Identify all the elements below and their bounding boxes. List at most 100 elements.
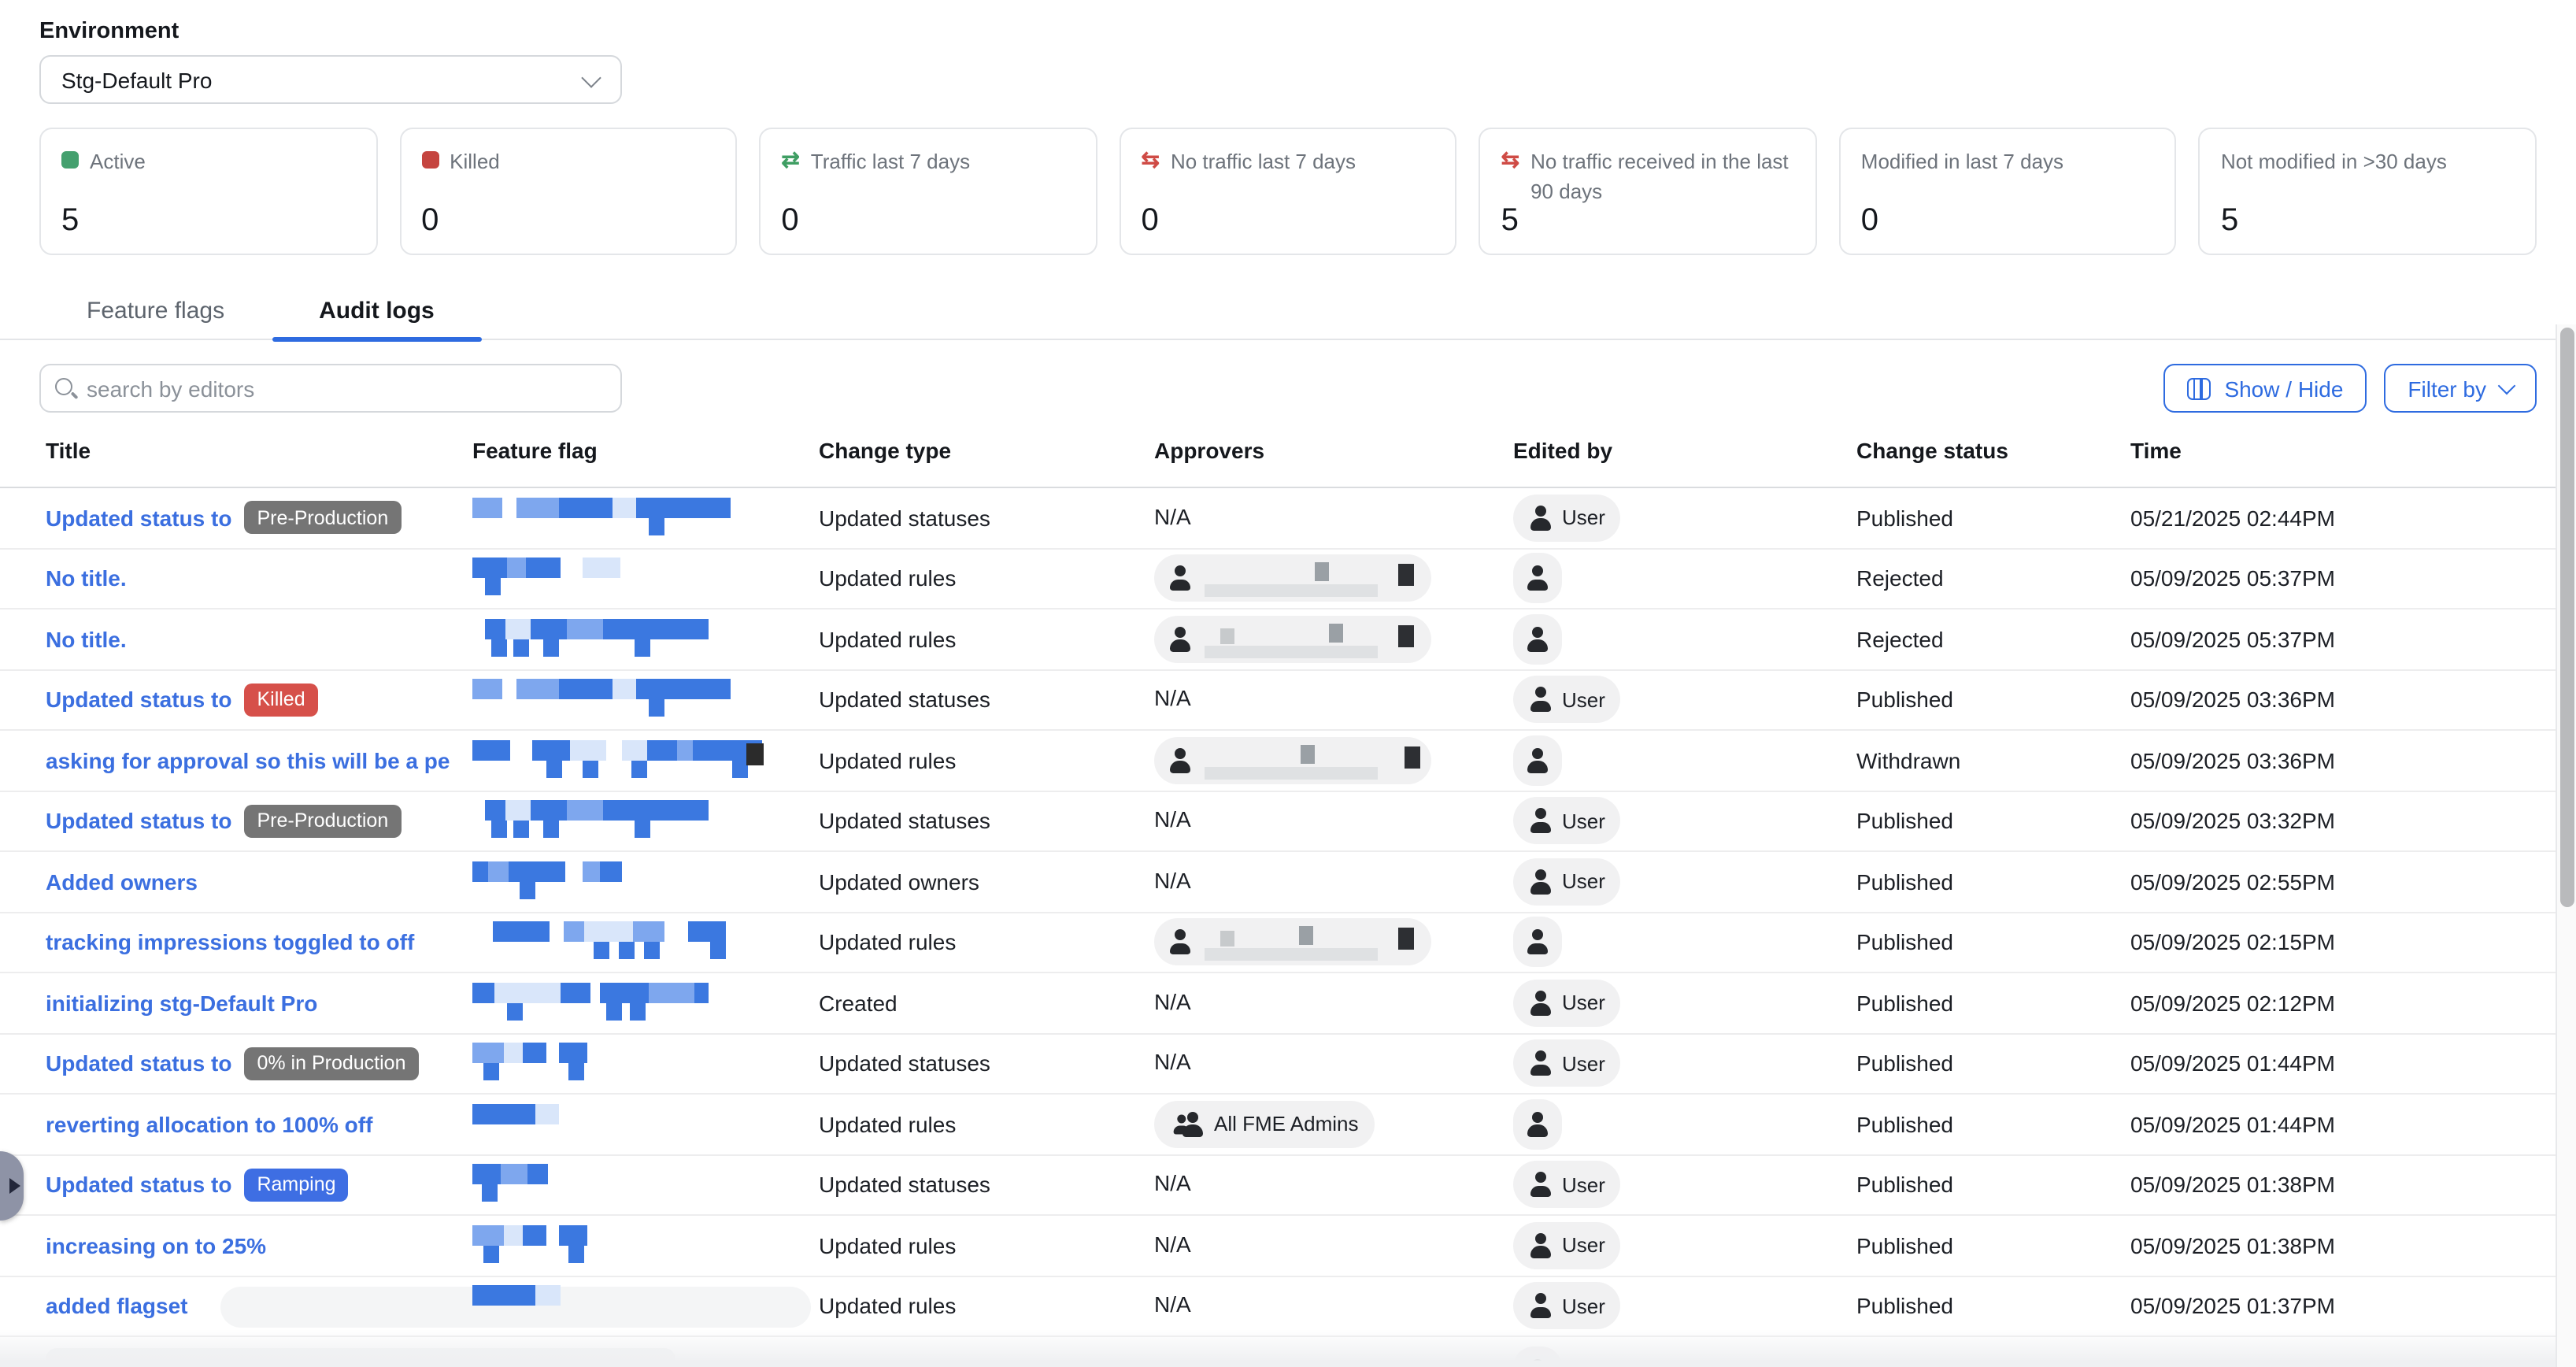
audit-title-link[interactable]: reverting allocation to 100% off xyxy=(46,1112,372,1137)
environment-select[interactable]: Stg-Default Pro xyxy=(39,55,622,104)
edited-by-cell xyxy=(1513,554,1856,604)
user-icon xyxy=(1529,1294,1551,1319)
approvers-na: N/A xyxy=(1154,1171,1191,1196)
approvers-cell: N/A xyxy=(1154,1232,1513,1260)
search-icon xyxy=(55,377,77,399)
edited-by-cell xyxy=(1513,1099,1856,1150)
change-type: Updated rules xyxy=(819,566,1154,591)
users-icon xyxy=(1170,1112,1203,1137)
edited-by-cell xyxy=(1513,614,1856,665)
change-type: Updated rules xyxy=(819,930,1154,955)
editor-name: User xyxy=(1562,688,1605,712)
table-row: No title. Updated rules Rejected 05/09/2… xyxy=(0,609,2576,670)
table-row: No title. Updated rules Rejected 05/09/2… xyxy=(0,549,2576,609)
feature-flag-redacted xyxy=(472,983,709,1024)
column-header-change-status: Change status xyxy=(1856,437,2130,462)
scrollbar-thumb[interactable] xyxy=(2560,328,2574,907)
change-type: Updated statuses xyxy=(819,1051,1154,1076)
filter-by-button[interactable]: Filter by xyxy=(2384,364,2537,413)
edited-by-cell: User xyxy=(1513,798,1856,845)
audit-title-link[interactable]: increasing on to 25% xyxy=(46,1233,266,1258)
chevron-down-icon xyxy=(2498,377,2516,395)
approvers-na: N/A xyxy=(1154,807,1191,832)
user-icon xyxy=(1527,566,1549,591)
feature-flag-redacted xyxy=(472,1104,559,1145)
audit-title-link[interactable]: Updated status to xyxy=(46,809,231,834)
feature-flag-redacted xyxy=(472,1043,590,1084)
change-status: Withdrawn xyxy=(1856,748,2130,773)
feature-flag-redacted xyxy=(472,740,764,781)
change-status: Published xyxy=(1856,1051,2130,1076)
table-row: increasing on to 25% Updated rules N/A U… xyxy=(0,1216,2576,1276)
user-icon xyxy=(1181,1112,1203,1137)
editor-pill xyxy=(1513,614,1562,665)
column-header-approvers: Approvers xyxy=(1154,437,1513,462)
approvers-na: N/A xyxy=(1154,686,1191,711)
change-status: Published xyxy=(1856,506,2130,531)
audit-title-link[interactable]: Updated status to xyxy=(46,506,231,531)
change-type: Updated statuses xyxy=(819,1173,1154,1198)
audit-title-link[interactable]: Updated status to xyxy=(46,1051,231,1076)
tab-feature-flags[interactable]: Feature flags xyxy=(39,282,272,339)
edited-by-cell: User xyxy=(1513,1161,1856,1209)
audit-log-table: Title Feature flag Change type Approvers… xyxy=(0,413,2576,1367)
stat-card-no-traffic-90d: ⇆No traffic received in the last 90 days… xyxy=(1479,128,1817,255)
search-input[interactable] xyxy=(87,376,620,401)
approvers-cell: N/A xyxy=(1154,989,1513,1017)
change-type: Created xyxy=(819,991,1154,1016)
table-row: Updated status to Pre-Production Updated… xyxy=(0,791,2576,852)
audit-title-link[interactable]: tracking impressions toggled to off xyxy=(46,930,414,955)
editor-pill: User xyxy=(1513,1161,1621,1209)
editor-pill xyxy=(1513,735,1562,786)
stat-value: 5 xyxy=(1501,203,1519,239)
chevron-right-icon xyxy=(9,1178,20,1194)
audit-title-link[interactable]: initializing stg-Default Pro xyxy=(46,991,317,1016)
user-icon xyxy=(1529,506,1551,531)
feature-flag-redacted xyxy=(472,619,709,660)
editor-pill: User xyxy=(1513,858,1621,906)
column-header-feature-flag: Feature flag xyxy=(472,437,819,462)
audit-title-link[interactable]: Updated status to xyxy=(46,1173,231,1198)
stat-value: 5 xyxy=(61,203,79,239)
change-status: Rejected xyxy=(1856,627,2130,652)
audit-title-link[interactable]: No title. xyxy=(46,627,127,652)
audit-title-link[interactable]: added flagset xyxy=(46,1294,188,1319)
change-status: Published xyxy=(1856,869,2130,895)
audit-title-link[interactable]: No title. xyxy=(46,566,127,591)
table-row: Updated status to Killed Updated statuse… xyxy=(0,670,2576,731)
change-status: Published xyxy=(1856,1294,2130,1319)
user-icon xyxy=(1529,809,1551,834)
time-value: 05/21/2025 02:44PM xyxy=(2130,506,2576,531)
stat-label: Killed xyxy=(450,148,500,178)
environment-label: Environment xyxy=(39,19,2576,44)
editor-pill: User xyxy=(1513,676,1621,724)
approvers-cell: N/A xyxy=(1154,686,1513,714)
scrollbar-track[interactable] xyxy=(2556,324,2576,1367)
time-value: 05/09/2025 01:37PM xyxy=(2130,1294,2576,1319)
stat-card-killed: Killed 0 xyxy=(399,128,737,255)
edited-by-cell xyxy=(1513,917,1856,968)
stat-label: Active xyxy=(90,148,146,178)
table-row: Added owners Updated owners N/A User Pub… xyxy=(0,852,2576,913)
user-icon xyxy=(1529,1051,1551,1076)
table-body: Updated status to Pre-Production Updated… xyxy=(0,488,2576,1337)
user-icon xyxy=(1527,1112,1549,1137)
stat-card-modified-7d: Modified in last 7 days 0 xyxy=(1839,128,2177,255)
traffic-arrows-icon: ⇄ xyxy=(781,148,799,172)
approvers-na: N/A xyxy=(1154,1292,1191,1317)
approvers-na: N/A xyxy=(1154,868,1191,893)
audit-title-link[interactable]: Updated status to xyxy=(46,687,231,713)
feature-flag-redacted xyxy=(472,558,638,599)
time-value: 05/09/2025 01:38PM xyxy=(2130,1233,2576,1258)
change-status: Published xyxy=(1856,1173,2130,1198)
show-hide-button[interactable]: Show / Hide xyxy=(2163,364,2367,413)
tab-audit-logs[interactable]: Audit logs xyxy=(272,282,482,339)
audit-title-link[interactable]: asking for approval so this will be a pe xyxy=(46,748,450,773)
edited-by-cell: User xyxy=(1513,495,1856,542)
feature-flag-redacted xyxy=(472,1286,567,1327)
editor-pill xyxy=(1513,1347,1562,1367)
approver-group-pill: All FME Admins xyxy=(1154,1101,1375,1148)
environment-section: Environment Stg-Default Pro xyxy=(39,19,2576,104)
user-icon xyxy=(1527,1359,1549,1367)
audit-title-link[interactable]: Added owners xyxy=(46,869,198,895)
